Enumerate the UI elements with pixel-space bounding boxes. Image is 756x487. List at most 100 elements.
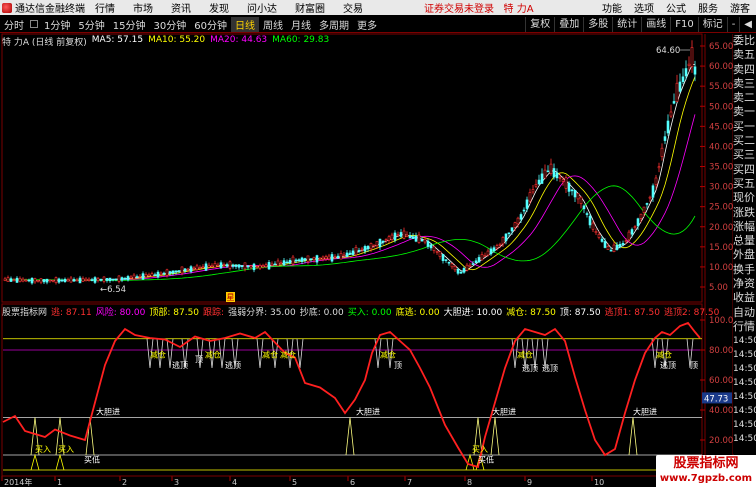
- candle-body: [63, 278, 67, 283]
- side-panel-item[interactable]: 14:50: [733, 362, 756, 376]
- candle-body: [120, 277, 124, 281]
- candle-body: [393, 232, 397, 241]
- candle-body: [138, 275, 142, 278]
- candle-body: [441, 253, 445, 261]
- candle-body: [276, 260, 280, 267]
- candle-body: [369, 243, 373, 250]
- side-panel-item[interactable]: 卖四: [733, 63, 756, 77]
- side-panel-item[interactable]: 14:50: [733, 418, 756, 432]
- candle-body: [12, 279, 16, 282]
- candle-body: [183, 268, 187, 272]
- side-panel-item[interactable]: 买三: [733, 148, 756, 162]
- side-panel-item[interactable]: 自动: [733, 306, 756, 320]
- candle-body: [333, 256, 337, 259]
- candle-body: [3, 278, 7, 281]
- side-panel-item[interactable]: 14:50: [733, 432, 756, 446]
- indicator-item: 逃顶1: 87.50: [604, 308, 660, 318]
- candle-body: [354, 247, 358, 256]
- side-panel-item[interactable]: 涨幅: [733, 220, 756, 234]
- candle-body: [222, 264, 226, 266]
- candle-body: [465, 264, 469, 271]
- candle-body: [489, 248, 493, 255]
- side-panel-item[interactable]: 14:50: [733, 376, 756, 390]
- candle-body: [660, 147, 664, 157]
- candle-body: [624, 240, 628, 242]
- side-panel-item[interactable]: 卖五: [733, 48, 756, 62]
- candle-body: [51, 280, 55, 282]
- signal-label: 大胆进: [356, 407, 380, 417]
- time-axis-label: 1: [57, 478, 62, 487]
- side-panel-item[interactable]: 行情: [733, 320, 756, 334]
- indicator-item: 强弱分界: 35.00: [228, 308, 296, 318]
- side-panel-item[interactable]: 14:50: [733, 404, 756, 418]
- candle-body: [162, 272, 166, 275]
- price-axis-label: 55.00: [709, 82, 733, 92]
- side-panel-item[interactable]: 买一: [733, 120, 756, 134]
- candle-body: [123, 277, 127, 280]
- side-panel-item[interactable]: 总量: [733, 234, 756, 248]
- chart-canvas[interactable]: 减仓逃顶顶 减仓逃顶减仓 减仓 减仓顶减仓逃顶 逃顶减仓逃顶 顶大胆进 大胆进 大胆进 大胆进买…: [0, 0, 756, 487]
- side-panel-item[interactable]: 买五: [733, 177, 756, 191]
- candle-body: [606, 246, 610, 250]
- side-panel-item[interactable]: 买二: [733, 134, 756, 148]
- candle-body: [336, 255, 340, 259]
- price-axis-label: 50.00: [709, 102, 733, 112]
- time-axis-label: 7: [407, 478, 412, 487]
- side-panel-item[interactable]: 现价: [733, 191, 756, 205]
- candle-body: [303, 258, 307, 261]
- candle-body: [414, 235, 418, 242]
- candle-body: [153, 274, 157, 276]
- candle-body: [99, 279, 103, 281]
- candle-body: [309, 258, 313, 260]
- ma20-line: [5, 114, 696, 281]
- candle-body: [645, 203, 649, 205]
- side-panel-item[interactable]: 外盘: [733, 248, 756, 262]
- side-panel-item[interactable]: 净资: [733, 277, 756, 291]
- candle-body: [168, 271, 172, 274]
- candle-body: [285, 261, 289, 264]
- candle-body: [471, 263, 475, 265]
- candle-body: [186, 268, 190, 271]
- candle-body: [618, 244, 622, 248]
- candle-body: [567, 182, 571, 192]
- candle-body: [177, 270, 181, 272]
- side-panel-item[interactable]: 14:50: [733, 348, 756, 362]
- oscillator-line: [2, 321, 701, 469]
- side-panel-item[interactable]: 换手: [733, 263, 756, 277]
- candle-body: [675, 82, 679, 102]
- side-panel-item[interactable]: 委比: [733, 34, 756, 48]
- signal-label: 逃顶: [522, 363, 538, 373]
- candle-body: [387, 236, 391, 241]
- side-panel-item[interactable]: 涨跌: [733, 206, 756, 220]
- indicator-info-line: 股票指标网 逃: 87.11 风险: 80.00 顶部: 87.50 跟踪: 强弱分界…: [2, 305, 719, 318]
- candle-body: [477, 257, 481, 263]
- candle-body: [537, 179, 541, 185]
- cursor-value-label: 47.73: [704, 394, 728, 404]
- candle-body: [9, 278, 13, 282]
- candle-body: [411, 236, 415, 239]
- side-panel-item[interactable]: 收益: [733, 291, 756, 305]
- side-panel-item[interactable]: 卖三: [733, 77, 756, 91]
- candle-body: [246, 265, 250, 268]
- time-axis-label: 3: [174, 478, 179, 487]
- side-panel-item[interactable]: 买四: [733, 163, 756, 177]
- indicator-axis-label: 20.00: [709, 436, 733, 446]
- candle-body: [66, 279, 70, 282]
- candle-body: [357, 249, 361, 252]
- candle-body: [297, 259, 301, 261]
- candle-body: [207, 264, 211, 268]
- candle-body: [585, 213, 589, 215]
- candle-body: [27, 279, 31, 282]
- signal-label: 买低: [84, 455, 100, 465]
- side-panel-item[interactable]: 卖二: [733, 91, 756, 105]
- candle-body: [204, 263, 208, 271]
- candle-body: [249, 265, 253, 268]
- candle-body: [654, 177, 658, 186]
- side-panel-item[interactable]: 卖一: [733, 105, 756, 119]
- candle-body: [669, 111, 673, 117]
- ma60-line: [5, 185, 696, 281]
- side-panel-item[interactable]: 14:50: [733, 390, 756, 404]
- candle-body: [81, 278, 85, 282]
- side-panel-item[interactable]: 14:50: [733, 334, 756, 348]
- candle-body: [84, 278, 88, 282]
